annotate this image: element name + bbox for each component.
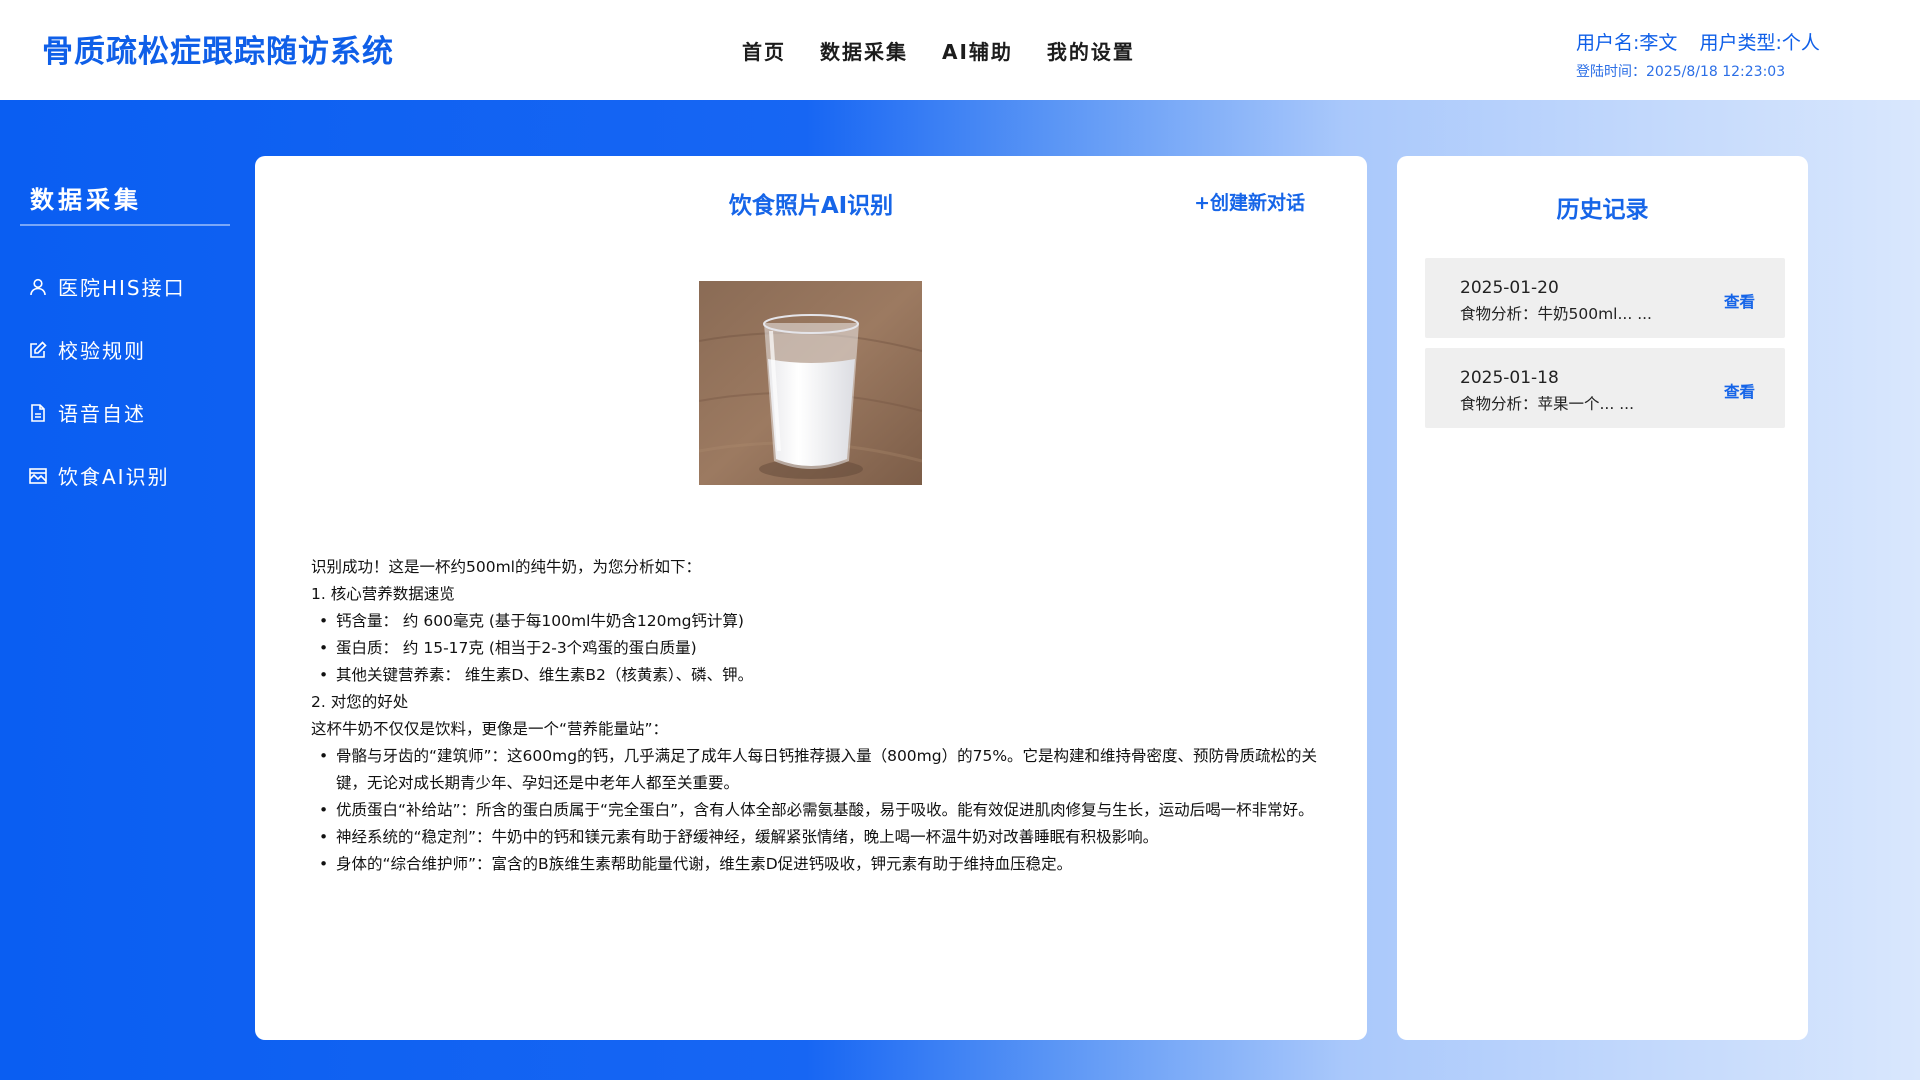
result-bullet: 钙含量： 约 600毫克 (基于每100ml牛奶含120mg钙计算) [311,608,1321,635]
sidebar-item-voice[interactable]: 语音自述 [28,398,146,427]
sidebar: 数据采集 医院HIS接口 校验规则 语音自述 饮食AI识别 [0,100,240,1080]
sidebar-item-label: 语音自述 [58,402,146,426]
new-chat-button[interactable]: +创建新对话 [1194,188,1305,215]
content-area: 数据采集 医院HIS接口 校验规则 语音自述 饮食AI识别 饮食照片AI识别 +… [0,100,1920,1080]
history-desc: 食物分析：牛奶500ml... ... [1460,305,1652,323]
user-info: 用户名:李文 用户类型:个人 登陆时间：2025/8/18 12:23:03 [1576,28,1820,81]
nav-settings[interactable]: 我的设置 [1047,36,1135,65]
history-item[interactable]: 2025-01-18 食物分析：苹果一个... ... 查看 [1425,348,1785,428]
history-desc: 食物分析：苹果一个... ... [1460,395,1634,413]
sidebar-item-label: 饮食AI识别 [58,465,170,489]
view-button[interactable]: 查看 [1724,290,1755,312]
nav-data-collection[interactable]: 数据采集 [820,36,908,65]
sidebar-item-label: 校验规则 [58,339,146,363]
user-name: 用户名:李文 [1576,32,1678,54]
ai-result-text: 识别成功！这是一杯约500ml的纯牛奶，为您分析如下： 1. 核心营养数据速览 … [311,554,1321,878]
sidebar-item-his[interactable]: 医院HIS接口 [28,272,186,301]
sidebar-title: 数据采集 [30,186,142,214]
app-header: 骨质疏松症跟踪随访系统 首页 数据采集 AI辅助 我的设置 用户名:李文 用户类… [0,0,1920,100]
result-heading: 2. 对您的好处 [311,693,409,711]
result-bullet: 身体的“综合维护师”：富含的B族维生素帮助能量代谢，维生素D促进钙吸收，钾元素有… [311,851,1321,878]
history-date: 2025-01-20 [1460,278,1559,298]
nav-ai-assist[interactable]: AI辅助 [942,36,1013,65]
result-bullet: 蛋白质： 约 15-17克 (相当于2-3个鸡蛋的蛋白质量) [311,635,1321,662]
login-time: 登陆时间：2025/8/18 12:23:03 [1576,64,1786,80]
result-line: 识别成功！这是一杯约500ml的纯牛奶，为您分析如下： [311,558,701,576]
history-title: 历史记录 [1556,197,1649,223]
history-panel: 历史记录 2025-01-20 食物分析：牛奶500ml... ... 查看 2… [1397,156,1808,1040]
user-icon [28,277,48,297]
result-bullet: 神经系统的“稳定剂”：牛奶中的钙和镁元素有助于舒缓神经，缓解紧张情绪，晚上喝一杯… [311,824,1321,851]
sidebar-item-label: 医院HIS接口 [58,276,186,300]
result-bullet: 其他关键营养素： 维生素D、维生素B2（核黄素）、磷、钾。 [311,662,1321,689]
result-heading: 1. 核心营养数据速览 [311,585,455,603]
user-type: 用户类型:个人 [1699,32,1820,54]
result-bullet: 骨骼与牙齿的“建筑师”：这600mg的钙，几乎满足了成年人每日钙推荐摄入量（80… [311,743,1321,797]
edit-icon [28,340,48,360]
main-panel: 饮食照片AI识别 +创建新对话 识别成功！这是一杯约500ml的纯牛奶，为您分析… [255,156,1367,1040]
sidebar-divider [20,224,230,226]
result-bullet: 优质蛋白“补给站”：所含的蛋白质属于“完全蛋白”，含有人体全部必需氨基酸，易于吸… [311,797,1321,824]
image-icon [28,466,48,486]
sidebar-item-diet-ai[interactable]: 饮食AI识别 [28,461,170,490]
document-icon [28,403,48,423]
history-item[interactable]: 2025-01-20 食物分析：牛奶500ml... ... 查看 [1425,258,1785,338]
history-date: 2025-01-18 [1460,368,1559,388]
result-line: 这杯牛奶不仅仅是饮料，更像是一个“营养能量站”： [311,720,669,738]
app-title: 骨质疏松症跟踪随访系统 [42,34,394,70]
sidebar-item-rules[interactable]: 校验规则 [28,335,146,364]
top-nav: 首页 数据采集 AI辅助 我的设置 [742,36,1169,65]
milk-glass-photo [699,281,922,485]
nav-home[interactable]: 首页 [742,36,786,65]
view-button[interactable]: 查看 [1724,380,1755,402]
